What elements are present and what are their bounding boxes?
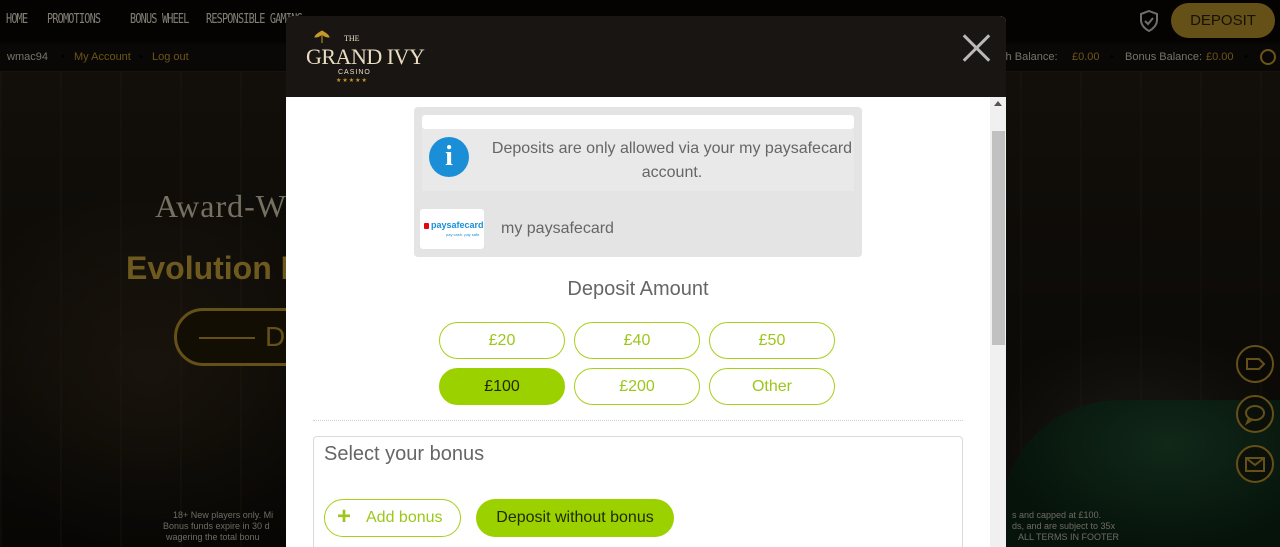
grand-ivy-logo: THE GRAND IVY CASINO ★★★★★ bbox=[304, 30, 425, 86]
logo-casino: CASINO bbox=[338, 69, 371, 76]
bonus-selection-panel: Select your bonus + Add bonus Deposit wi… bbox=[313, 436, 963, 547]
logo-the: THE bbox=[344, 34, 360, 43]
ivy-leaf-icon bbox=[314, 30, 330, 43]
logo-stars: ★★★★★ bbox=[336, 77, 368, 84]
payment-method-panel: i Deposits are only allowed via your my … bbox=[414, 107, 862, 257]
plus-icon: + bbox=[337, 503, 352, 530]
deposit-without-bonus-button[interactable]: Deposit without bonus bbox=[476, 499, 674, 537]
amount-option-40[interactable]: £40 bbox=[574, 322, 700, 359]
amount-option-50[interactable]: £50 bbox=[709, 322, 835, 359]
modal-scrollbar[interactable] bbox=[990, 97, 1006, 547]
amount-option-20[interactable]: £20 bbox=[439, 322, 565, 359]
logo-name: GRAND IVY bbox=[306, 44, 425, 69]
scroll-up-arrow-icon[interactable] bbox=[994, 101, 1002, 106]
amount-option-100-selected[interactable]: £100 bbox=[439, 368, 565, 405]
lock-icon bbox=[424, 223, 429, 229]
amount-option-200[interactable]: £200 bbox=[574, 368, 700, 405]
amount-option-other[interactable]: Other bbox=[709, 368, 835, 405]
add-bonus-button[interactable]: + Add bonus bbox=[324, 499, 461, 537]
modal-header: THE GRAND IVY CASINO ★★★★★ bbox=[286, 16, 1006, 97]
paysafecard-logo[interactable]: paysafecard pay cash. pay safe. bbox=[420, 209, 484, 249]
payment-method-label[interactable]: my paysafecard bbox=[501, 220, 614, 238]
deposit-modal: THE GRAND IVY CASINO ★★★★★ i Deposits ar… bbox=[286, 16, 1006, 547]
section-divider bbox=[313, 420, 963, 421]
close-icon[interactable] bbox=[960, 32, 992, 64]
notice-text: Deposits are only allowed via your my pa… bbox=[491, 140, 853, 181]
paysafecard-tagline: pay cash. pay safe. bbox=[446, 232, 481, 237]
deposit-amount-heading: Deposit Amount bbox=[567, 278, 709, 300]
add-bonus-label: Add bonus bbox=[366, 509, 443, 526]
info-notice: i Deposits are only allowed via your my … bbox=[422, 129, 854, 191]
method-panel-header bbox=[422, 115, 854, 129]
info-icon: i bbox=[429, 137, 469, 177]
bonus-heading: Select your bonus bbox=[324, 443, 485, 465]
scroll-thumb[interactable] bbox=[992, 131, 1005, 345]
paysafecard-brand: paysafecard bbox=[431, 220, 484, 230]
